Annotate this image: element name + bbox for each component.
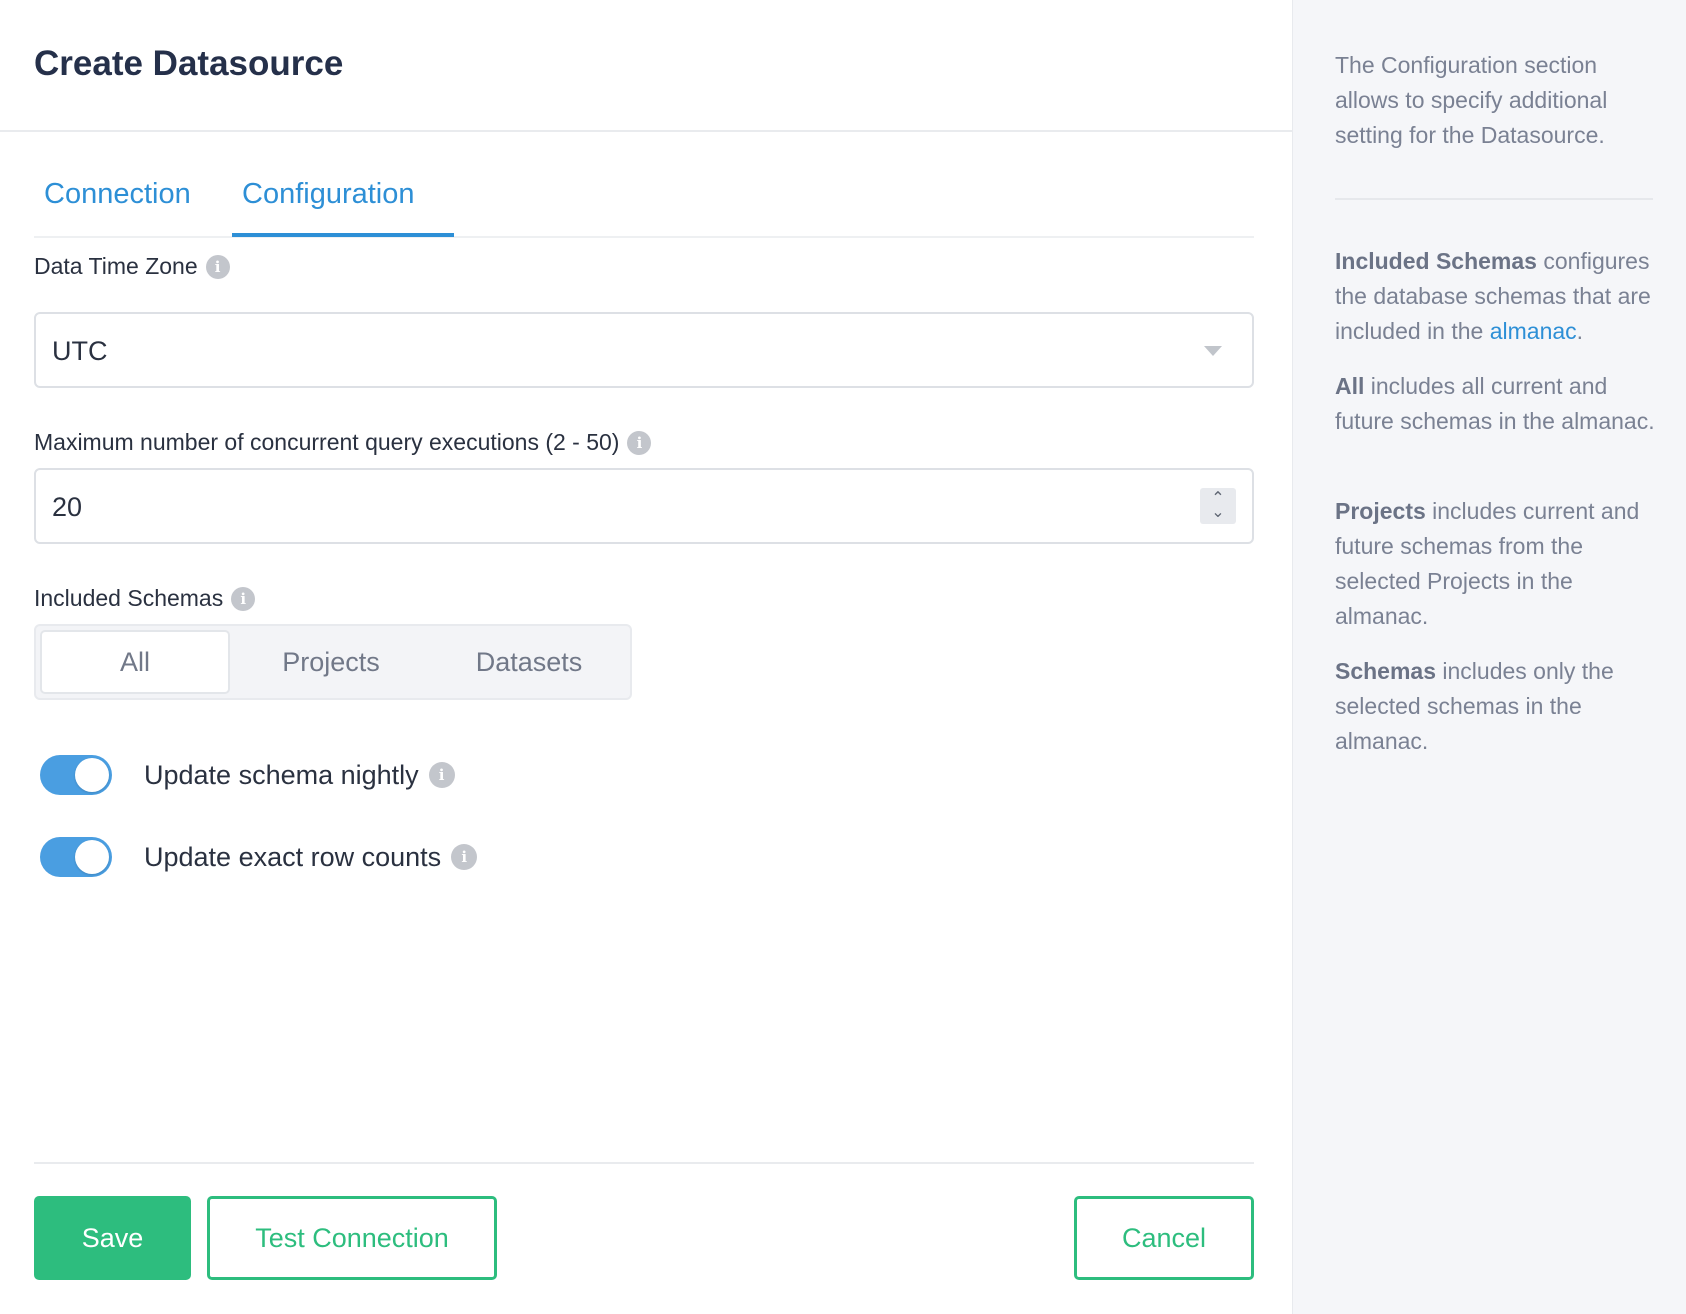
info-icon[interactable]: i bbox=[451, 844, 478, 870]
sidebar-term: All bbox=[1335, 373, 1365, 399]
segment-projects[interactable]: Projects bbox=[236, 630, 426, 694]
concurrency-label: Maximum number of concurrent query execu… bbox=[34, 429, 652, 456]
header: Create Datasource bbox=[0, 0, 1292, 132]
main-panel: Create Datasource Connection Configurati… bbox=[0, 0, 1292, 1314]
timezone-label: Data Time Zone i bbox=[34, 253, 230, 280]
schemas-label: Included Schemas i bbox=[34, 585, 256, 612]
row-counts-label: Update exact row counts bbox=[144, 841, 442, 872]
sidebar-term: Schemas bbox=[1335, 658, 1437, 684]
segment-all[interactable]: All bbox=[40, 630, 230, 694]
footer-divider bbox=[34, 1162, 1254, 1164]
schema-nightly-toggle[interactable] bbox=[40, 755, 112, 795]
stepper-icon[interactable]: ⌃ ⌄ bbox=[1200, 488, 1236, 524]
sidebar-paragraph-included: Included Schemas configures the database… bbox=[1335, 244, 1665, 349]
toggle-row-schema-nightly: Update schema nightly i bbox=[40, 755, 455, 795]
active-tab-indicator bbox=[232, 233, 454, 237]
save-button[interactable]: Save bbox=[34, 1196, 191, 1280]
toggle-knob bbox=[75, 840, 109, 874]
timezone-label-text: Data Time Zone bbox=[34, 253, 198, 279]
schemas-segmented-control: All Projects Datasets bbox=[34, 624, 632, 700]
row-counts-toggle[interactable] bbox=[40, 837, 112, 877]
almanac-link[interactable]: almanac bbox=[1490, 318, 1577, 344]
sidebar-text-end: . bbox=[1576, 318, 1584, 344]
page-title: Create Datasource bbox=[34, 44, 344, 83]
concurrency-value: 20 bbox=[52, 492, 83, 522]
sidebar-term: Projects bbox=[1335, 498, 1426, 524]
sidebar-divider bbox=[1335, 198, 1653, 200]
tabs: Connection Configuration bbox=[34, 160, 1254, 238]
test-connection-button[interactable]: Test Connection bbox=[207, 1196, 497, 1280]
tab-connection[interactable]: Connection bbox=[44, 178, 191, 211]
info-icon[interactable]: i bbox=[627, 430, 652, 455]
cancel-button[interactable]: Cancel bbox=[1074, 1196, 1254, 1280]
sidebar-intro: The Configuration section allows to spec… bbox=[1335, 52, 1608, 148]
sidebar-paragraph-projects: Projects includes current and future sch… bbox=[1335, 494, 1665, 634]
sidebar-paragraph-schemas: Schemas includes only the selected schem… bbox=[1335, 654, 1665, 759]
concurrency-label-text: Maximum number of concurrent query execu… bbox=[34, 429, 620, 455]
sidebar-paragraph-all: All includes all current and future sche… bbox=[1335, 369, 1665, 439]
concurrency-input[interactable]: 20 ⌃ ⌄ bbox=[34, 468, 1254, 544]
chevron-down-icon[interactable] bbox=[1204, 346, 1222, 356]
info-icon[interactable]: i bbox=[231, 586, 256, 611]
info-icon[interactable]: i bbox=[205, 254, 230, 279]
sidebar-term: Included Schemas bbox=[1335, 248, 1537, 274]
toggle-knob bbox=[75, 758, 109, 792]
tab-configuration[interactable]: Configuration bbox=[242, 178, 415, 211]
timezone-value: UTC bbox=[52, 336, 108, 366]
timezone-select[interactable]: UTC bbox=[34, 312, 1254, 388]
toggle-row-row-counts: Update exact row counts i bbox=[40, 837, 478, 877]
schemas-label-text: Included Schemas bbox=[34, 585, 224, 611]
sidebar-text: includes all current and future schemas … bbox=[1335, 373, 1655, 434]
info-icon[interactable]: i bbox=[428, 762, 455, 788]
segment-datasets[interactable]: Datasets bbox=[430, 630, 628, 694]
schema-nightly-label: Update schema nightly bbox=[144, 759, 419, 790]
help-sidebar: The Configuration section allows to spec… bbox=[1292, 0, 1686, 1314]
